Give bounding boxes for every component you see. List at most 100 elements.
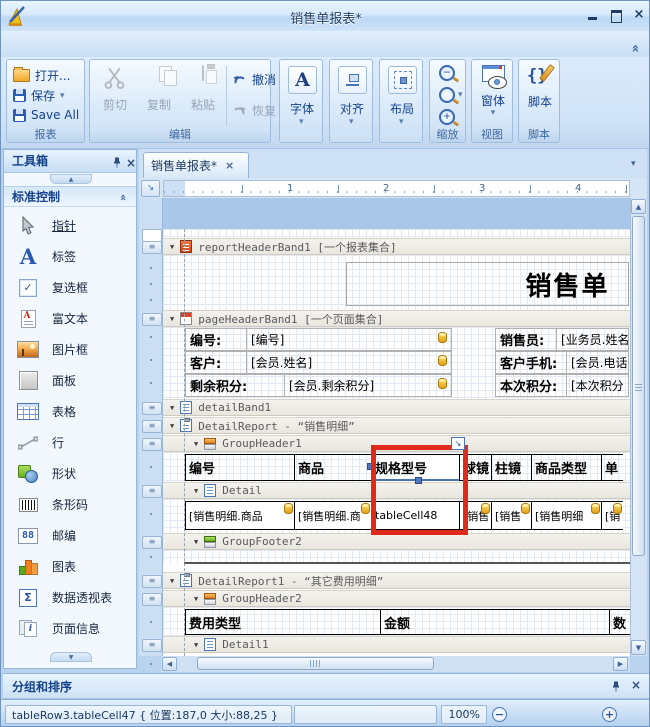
header-cell[interactable]: 编号 bbox=[185, 454, 295, 481]
scroll-up-button[interactable]: ▲ bbox=[631, 199, 646, 214]
header-cell[interactable]: 商品 bbox=[294, 454, 372, 481]
save-all-button[interactable]: Save All bbox=[13, 108, 79, 122]
zoom-select-button[interactable] bbox=[439, 87, 455, 103]
toolbox-item-label-tool[interactable]: A 标签 bbox=[4, 241, 136, 272]
script-button[interactable]: {} 脚本 bbox=[519, 65, 561, 110]
field-value-cell[interactable]: [本次积分 bbox=[566, 374, 629, 397]
minimize-button[interactable] bbox=[584, 8, 602, 23]
maximize-button[interactable] bbox=[607, 8, 625, 23]
toolbox-bottom-notch[interactable]: ▼ bbox=[50, 652, 92, 662]
detail-cell[interactable]: [销售明细.商 bbox=[294, 501, 372, 530]
band-page-header[interactable]: ▼ pageHeaderBand1 [一个页面集合] bbox=[163, 310, 630, 327]
band-group-footer2[interactable]: ▼ GroupFooter2 bbox=[163, 533, 630, 550]
toolbox-item-zipcode[interactable]: 88 邮编 bbox=[4, 520, 136, 551]
header-cell[interactable]: 商品类型 bbox=[531, 454, 602, 481]
toolbox-collapse-notch[interactable]: ▲ bbox=[50, 174, 92, 184]
copy-button[interactable]: 复制 bbox=[139, 63, 179, 129]
band-collapse-icon[interactable]: ▼ bbox=[194, 538, 198, 546]
field-row[interactable]: 客户: [会员.姓名] bbox=[186, 351, 453, 374]
field-row[interactable]: 剩余积分: [会员.剩余积分] bbox=[186, 374, 453, 397]
toolbox-item-table[interactable]: 表格 bbox=[4, 396, 136, 427]
band-detail-report1[interactable]: ▼ DetailReport1 - “其它费用明细” bbox=[163, 572, 630, 589]
band-grip[interactable]: ≡ bbox=[142, 639, 162, 652]
document-tab[interactable]: 销售单报表* × bbox=[143, 152, 249, 178]
header-cell[interactable]: 费用类型 bbox=[185, 609, 381, 635]
field-value-cell[interactable]: [会员.姓名] bbox=[246, 351, 452, 374]
scroll-right-button[interactable]: ▶ bbox=[613, 657, 628, 671]
detail-cell[interactable]: [销售 bbox=[491, 501, 532, 530]
report-header-content[interactable]: 销售单 bbox=[163, 255, 630, 310]
scroll-down-button[interactable]: ▼ bbox=[631, 640, 646, 655]
band-report-header[interactable]: ▼ reportHeaderBand1 [一个报表集合] bbox=[163, 238, 630, 255]
paste-button[interactable]: 粘贴 bbox=[183, 63, 223, 129]
toolbox-item-checkbox[interactable]: ✓ 复选框 bbox=[4, 272, 136, 303]
band-collapse-icon[interactable]: ▼ bbox=[170, 422, 174, 430]
save-dropdown-icon[interactable]: ▾ bbox=[60, 92, 65, 100]
detail-cell[interactable]: [销售明细.商品 bbox=[185, 501, 295, 530]
panel-pin-button[interactable] bbox=[611, 680, 621, 696]
band-grip[interactable]: ≡ bbox=[142, 593, 162, 606]
band-detail1[interactable]: ▼ Detail1 bbox=[163, 636, 630, 653]
field-value-cell[interactable]: [业务员.姓名 bbox=[556, 328, 629, 351]
band-collapse-icon[interactable]: ▼ bbox=[194, 595, 198, 603]
field-row[interactable]: 本次积分: [本次积分 bbox=[496, 374, 630, 397]
redo-button[interactable]: 恢复 bbox=[232, 102, 276, 119]
band-grip[interactable]: ≡ bbox=[142, 485, 162, 498]
document-tab-close-icon[interactable]: × bbox=[225, 159, 234, 172]
ribbon-collapse-button[interactable]: « bbox=[631, 37, 639, 56]
zoom-out-button[interactable]: − bbox=[439, 65, 455, 81]
band-grip[interactable]: ≡ bbox=[142, 420, 162, 433]
header-cell[interactable]: 数 bbox=[609, 609, 630, 635]
field-label-cell[interactable]: 客户: bbox=[185, 351, 247, 374]
field-row[interactable]: 销售员: [业务员.姓名 bbox=[496, 328, 630, 351]
smart-tag-button[interactable]: ↘ bbox=[451, 437, 465, 450]
band-grip[interactable]: ≡ bbox=[142, 438, 162, 451]
zoom-out-slider-button[interactable]: − bbox=[492, 707, 507, 722]
toolbox-section-header[interactable]: 标准控制 « bbox=[4, 186, 136, 207]
zoom-dropdown-icon[interactable]: ▾ bbox=[458, 91, 463, 99]
field-label-cell[interactable]: 销售员: bbox=[495, 328, 557, 351]
close-button[interactable]: × bbox=[630, 8, 648, 23]
toolbox-pin-button[interactable] bbox=[112, 154, 122, 176]
toolbox-item-chart[interactable]: 图表 bbox=[4, 551, 136, 582]
toolbox-item-shape[interactable]: 形状 bbox=[4, 458, 136, 489]
toolbox-item-richtext[interactable]: A 富文本 bbox=[4, 303, 136, 334]
band-collapse-icon[interactable]: ▼ bbox=[170, 315, 174, 323]
band-collapse-icon[interactable]: ▼ bbox=[170, 404, 174, 412]
field-label-cell[interactable]: 剩余积分: bbox=[185, 374, 285, 397]
band-grip[interactable]: ≡ bbox=[142, 575, 162, 588]
field-label-cell[interactable]: 编号: bbox=[185, 328, 247, 351]
zoom-in-slider-button[interactable]: + bbox=[602, 707, 617, 722]
toolbox-item-line[interactable]: 行 bbox=[4, 427, 136, 458]
vertical-scrollbar-thumb[interactable] bbox=[632, 216, 645, 556]
field-value-cell[interactable]: [会员.剩余积分] bbox=[284, 374, 452, 397]
field-value-cell[interactable]: [会员.电话 bbox=[566, 351, 629, 374]
panel-close-button[interactable]: × bbox=[631, 678, 641, 692]
band-grip[interactable]: ≡ bbox=[142, 313, 162, 326]
toolbox-item-pivot[interactable]: Σ 数据透视表 bbox=[4, 582, 136, 613]
toolbox-item-panel[interactable]: 面板 bbox=[4, 365, 136, 396]
field-value-cell[interactable]: [编号] bbox=[246, 328, 452, 351]
detail-cell[interactable]: [销售明细 bbox=[531, 501, 602, 530]
cut-button[interactable]: 剪切 bbox=[95, 63, 135, 129]
field-label-cell[interactable]: 客户手机: bbox=[495, 351, 567, 374]
toolbox-item-pageinfo[interactable]: i 页面信息 bbox=[4, 613, 136, 644]
band-grip[interactable]: ≡ bbox=[142, 241, 162, 254]
save-button[interactable]: 保存 ▾ bbox=[13, 87, 65, 104]
field-row[interactable]: 客户手机: [会员.电话 bbox=[496, 351, 630, 374]
layout-button[interactable]: 布局 ▾ bbox=[379, 59, 423, 143]
header-cell[interactable]: 金额 bbox=[380, 609, 610, 635]
tab-list-dropdown-icon[interactable]: ▾ bbox=[631, 159, 636, 169]
ruler-corner-button[interactable]: ↘ bbox=[141, 180, 160, 197]
font-button[interactable]: A 字体 ▾ bbox=[279, 59, 323, 143]
undo-button[interactable]: 撤消 bbox=[232, 71, 276, 88]
horizontal-scrollbar-thumb[interactable] bbox=[197, 657, 434, 670]
scroll-left-button[interactable]: ◀ bbox=[162, 657, 177, 671]
field-label-cell[interactable]: 本次积分: bbox=[495, 374, 567, 397]
band-collapse-icon[interactable]: ▼ bbox=[170, 243, 174, 251]
toolbox-item-barcode[interactable]: 条形码 bbox=[4, 489, 136, 520]
page-header-content[interactable]: 编号: [编号] 客户: [会员.姓名] 剩余积分: [会员.剩余积分] 销售员… bbox=[163, 327, 630, 399]
toolbox-item-picturebox[interactable]: 图片框 bbox=[4, 334, 136, 365]
form-button[interactable]: 窗体 ▾ bbox=[472, 65, 514, 117]
band-collapse-icon[interactable]: ▼ bbox=[194, 440, 198, 448]
